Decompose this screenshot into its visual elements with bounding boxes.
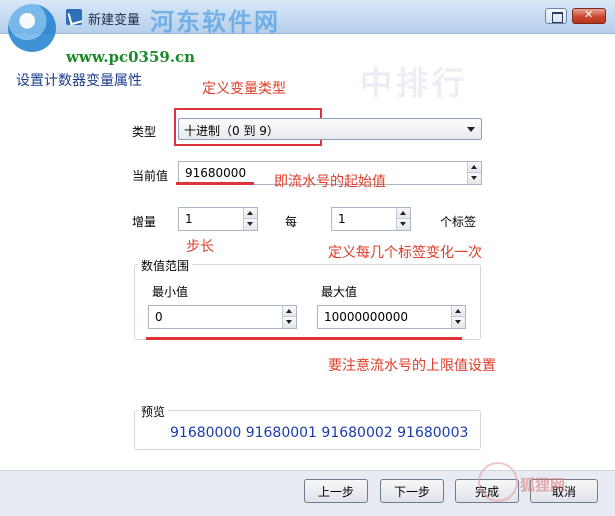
watermark-mid: 中排行 — [360, 64, 469, 102]
annotation-start: 即流水号的起始值 — [274, 174, 386, 190]
restore-button[interactable] — [545, 8, 567, 24]
app-icon — [66, 9, 82, 25]
max-spinner[interactable] — [317, 305, 466, 329]
spin-up-icon[interactable] — [283, 306, 296, 317]
watermark-top: 河东软件网 — [150, 8, 280, 36]
every-spin-buttons[interactable] — [396, 208, 410, 230]
type-select-value: 十进制（0 到 9） — [184, 124, 279, 138]
increment-spinner[interactable] — [178, 207, 258, 231]
window-title: 新建变量 — [88, 13, 141, 28]
current-value-spin-buttons[interactable] — [467, 162, 481, 184]
fox-logo-icon — [478, 462, 518, 502]
annotation-limit-underline — [146, 337, 462, 340]
increment-label: 增量 — [132, 215, 157, 229]
spin-down-icon[interactable] — [452, 317, 465, 328]
type-select[interactable]: 十进制（0 到 9） — [178, 118, 482, 140]
watermark-corner: 狐狸网 — [520, 476, 566, 494]
spin-up-icon[interactable] — [397, 208, 410, 219]
annotation-start-underline — [176, 182, 254, 185]
spin-down-icon[interactable] — [468, 173, 481, 184]
every-spinner[interactable] — [331, 207, 411, 231]
spin-down-icon[interactable] — [244, 219, 257, 230]
spin-down-icon[interactable] — [283, 317, 296, 328]
spin-up-icon[interactable] — [244, 208, 257, 219]
annotation-every: 定义每几个标签变化一次 — [328, 245, 482, 261]
preview-text: 91680000 91680001 91680002 91680003 — [170, 425, 469, 441]
site-logo-icon — [8, 4, 56, 52]
max-input[interactable] — [318, 306, 451, 328]
every-input[interactable] — [332, 208, 396, 230]
labels-suffix: 个标签 — [440, 215, 477, 229]
increment-input[interactable] — [179, 208, 243, 230]
every-label: 每 — [285, 215, 298, 229]
watermark-url: www.pc0359.cn — [66, 48, 196, 66]
spin-up-icon[interactable] — [468, 162, 481, 173]
min-spinner[interactable] — [148, 305, 297, 329]
annotation-type: 定义变量类型 — [202, 81, 286, 97]
annotation-limit: 要注意流水号的上限值设置 — [328, 358, 496, 374]
range-group-label: 数值范围 — [138, 257, 193, 274]
close-button[interactable] — [572, 8, 606, 24]
type-label: 类型 — [132, 125, 157, 139]
spin-up-icon[interactable] — [452, 306, 465, 317]
increment-spin-buttons[interactable] — [243, 208, 257, 230]
next-button[interactable]: 下一步 — [380, 479, 444, 503]
preview-group-label: 预览 — [138, 403, 169, 420]
max-spin-buttons[interactable] — [451, 306, 465, 328]
spin-down-icon[interactable] — [397, 219, 410, 230]
min-label: 最小值 — [152, 285, 189, 299]
annotation-step: 步长 — [186, 239, 214, 255]
page-title: 设置计数器变量属性 — [16, 73, 142, 89]
current-value-label: 当前值 — [132, 169, 169, 183]
chevron-down-icon — [467, 127, 475, 132]
min-input[interactable] — [149, 306, 282, 328]
max-label: 最大值 — [321, 285, 358, 299]
title-bar: 新建变量 河东软件网 — [0, 0, 615, 52]
min-spin-buttons[interactable] — [282, 306, 296, 328]
prev-button[interactable]: 上一步 — [304, 479, 368, 503]
